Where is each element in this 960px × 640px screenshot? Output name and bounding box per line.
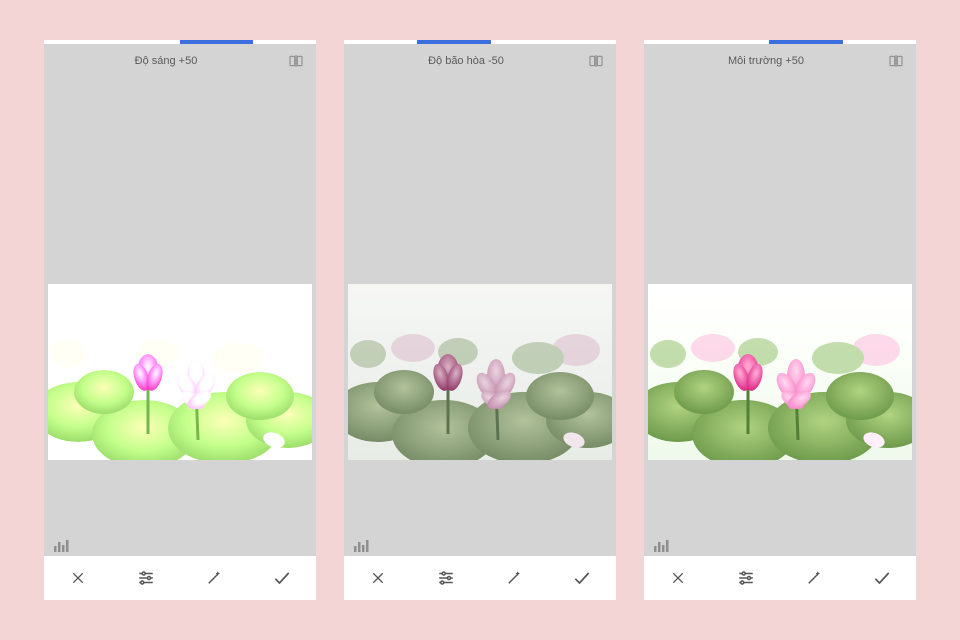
magic-wand-button[interactable] (494, 558, 534, 598)
confirm-button[interactable] (262, 558, 302, 598)
header: Độ bão hòa -50 (344, 44, 616, 78)
cancel-button[interactable] (58, 558, 98, 598)
editor-panel: Môi trường +50 (644, 40, 916, 600)
image-canvas[interactable] (344, 78, 616, 556)
magic-wand-button[interactable] (194, 558, 234, 598)
tune-button[interactable] (426, 558, 466, 598)
edited-image (648, 284, 912, 460)
slider-track[interactable] (344, 40, 616, 44)
edited-image (48, 284, 312, 460)
histogram-icon[interactable] (654, 540, 670, 552)
image-canvas[interactable] (44, 78, 316, 556)
histogram-icon[interactable] (354, 540, 370, 552)
slider-track[interactable] (644, 40, 916, 44)
edited-image (348, 284, 612, 460)
bottom-toolbar (344, 556, 616, 600)
confirm-button[interactable] (562, 558, 602, 598)
compare-icon[interactable] (588, 53, 604, 69)
adjustment-label: Môi trường +50 (644, 55, 888, 67)
cancel-button[interactable] (358, 558, 398, 598)
slider-fill (180, 40, 253, 44)
histogram-icon[interactable] (54, 540, 70, 552)
tune-button[interactable] (726, 558, 766, 598)
slider-fill (769, 40, 842, 44)
magic-wand-button[interactable] (794, 558, 834, 598)
slider-track[interactable] (44, 40, 316, 44)
adjustment-label: Độ bão hòa -50 (344, 55, 588, 67)
bottom-toolbar (44, 556, 316, 600)
compare-icon[interactable] (288, 53, 304, 69)
header: Môi trường +50 (644, 44, 916, 78)
bottom-toolbar (644, 556, 916, 600)
compare-icon[interactable] (888, 53, 904, 69)
header: Độ sáng +50 (44, 44, 316, 78)
cancel-button[interactable] (658, 558, 698, 598)
tune-button[interactable] (126, 558, 166, 598)
image-canvas[interactable] (644, 78, 916, 556)
confirm-button[interactable] (862, 558, 902, 598)
editor-panel: Độ bão hòa -50 (344, 40, 616, 600)
slider-fill (417, 40, 490, 44)
editor-panel: Độ sáng +50 (44, 40, 316, 600)
adjustment-label: Độ sáng +50 (44, 55, 288, 67)
